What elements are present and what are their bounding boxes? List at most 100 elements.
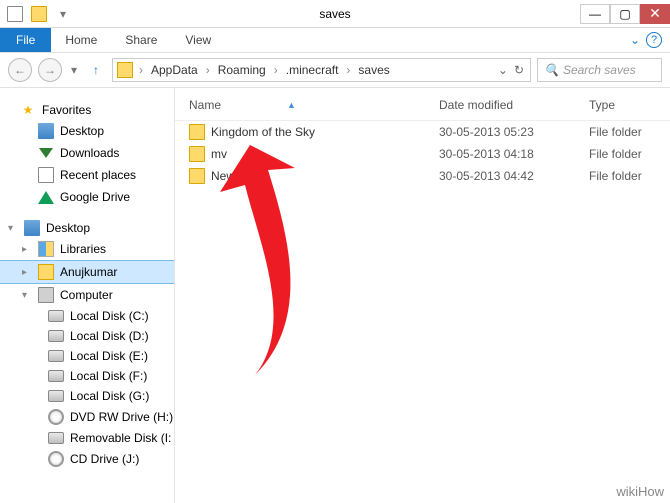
file-date: 30-05-2013 04:42: [439, 169, 589, 183]
sidebar-item-desktop[interactable]: Desktop: [0, 120, 174, 142]
chevron-right-icon[interactable]: ›: [204, 63, 212, 77]
drive-icon: [48, 390, 64, 402]
chevron-down-icon[interactable]: ▾: [8, 223, 18, 234]
drive-icon: [48, 350, 64, 362]
sidebar-item-downloads[interactable]: Downloads: [0, 142, 174, 164]
back-button[interactable]: ←: [8, 58, 32, 82]
desktop-icon: [24, 220, 40, 236]
qat-properties-icon[interactable]: [4, 3, 26, 25]
help-icon[interactable]: ?: [646, 32, 662, 48]
ribbon-expand-icon[interactable]: ⌄: [630, 33, 640, 47]
drive-icon: [48, 310, 64, 322]
sidebar-item-drive-e[interactable]: Local Disk (E:): [0, 346, 174, 366]
sidebar-desktop-header[interactable]: ▾ Desktop: [0, 218, 174, 238]
file-date: 30-05-2013 04:18: [439, 147, 589, 161]
chevron-down-icon[interactable]: ▾: [22, 290, 32, 301]
sidebar-item-user[interactable]: ▸Anujkumar: [0, 260, 174, 284]
column-label: Name: [189, 98, 221, 112]
ribbon-tab-view[interactable]: View: [171, 28, 225, 52]
column-header-type[interactable]: Type: [589, 98, 656, 112]
sidebar-item-computer[interactable]: ▾ Computer: [0, 284, 174, 306]
sidebar-item-gdrive[interactable]: Google Drive: [0, 186, 174, 208]
sidebar-favorites-header[interactable]: ★ Favorites: [0, 100, 174, 120]
ribbon-file-tab[interactable]: File: [0, 28, 51, 52]
breadcrumb[interactable]: saves: [354, 63, 393, 77]
sidebar-item-label: Computer: [60, 288, 113, 302]
chevron-right-icon[interactable]: ›: [137, 63, 145, 77]
chevron-right-icon[interactable]: ▸: [22, 267, 32, 278]
sidebar-item-dvd[interactable]: DVD RW Drive (H:): [0, 406, 174, 428]
minimize-button[interactable]: —: [580, 4, 610, 24]
qat-newfolder-icon[interactable]: [28, 3, 50, 25]
google-drive-icon: [38, 189, 54, 205]
breadcrumb[interactable]: Roaming: [214, 63, 270, 77]
column-header-name[interactable]: Name▲: [189, 98, 439, 112]
file-name: Kingdom of the Sky: [211, 125, 315, 139]
file-type: File folder: [589, 125, 656, 139]
chevron-right-icon[interactable]: ▸: [22, 244, 32, 255]
user-folder-icon: [38, 264, 54, 280]
sidebar-item-drive-c[interactable]: Local Disk (C:): [0, 306, 174, 326]
computer-icon: [38, 287, 54, 303]
search-placeholder: Search saves: [563, 63, 636, 77]
sidebar-item-label: Local Disk (D:): [70, 329, 149, 343]
address-dropdown-icon[interactable]: ⌄: [498, 63, 508, 77]
desktop-icon: [38, 123, 54, 139]
sidebar-item-libraries[interactable]: ▸ Libraries: [0, 238, 174, 260]
sidebar-item-drive-f[interactable]: Local Disk (F:): [0, 366, 174, 386]
chevron-right-icon[interactable]: ›: [344, 63, 352, 77]
cd-icon: [48, 451, 64, 467]
drive-icon: [48, 370, 64, 382]
ribbon-tab-home[interactable]: Home: [51, 28, 111, 52]
forward-button[interactable]: →: [38, 58, 62, 82]
window-controls: — ▢ ✕: [580, 4, 670, 24]
maximize-button[interactable]: ▢: [610, 4, 640, 24]
sidebar-item-label: CD Drive (J:): [70, 452, 139, 466]
sidebar-item-label: Desktop: [60, 124, 104, 138]
file-type: File folder: [589, 147, 656, 161]
title-bar: ▾ saves — ▢ ✕: [0, 0, 670, 28]
watermark: wikiHow: [616, 484, 664, 499]
sidebar-item-recent[interactable]: Recent places: [0, 164, 174, 186]
sidebar-item-label: Libraries: [60, 242, 106, 256]
refresh-icon[interactable]: ↻: [514, 63, 524, 77]
dvd-icon: [48, 409, 64, 425]
sidebar-item-removable[interactable]: Removable Disk (I:: [0, 428, 174, 448]
sidebar-item-label: Google Drive: [60, 190, 130, 204]
file-type: File folder: [589, 169, 656, 183]
sidebar-item-label: DVD RW Drive (H:): [70, 410, 173, 424]
file-row[interactable]: Kingdom of the Sky 30-05-2013 05:23 File…: [175, 121, 670, 143]
sidebar-item-cd[interactable]: CD Drive (J:): [0, 448, 174, 470]
breadcrumb[interactable]: .minecraft: [282, 63, 343, 77]
drive-icon: [48, 330, 64, 342]
column-header-date[interactable]: Date modified: [439, 98, 589, 112]
explorer-body: ★ Favorites Desktop Downloads Recent pla…: [0, 88, 670, 503]
close-button[interactable]: ✕: [640, 4, 670, 24]
search-icon: 🔍: [544, 63, 559, 77]
file-row[interactable]: New World 30-05-2013 04:42 File folder: [175, 165, 670, 187]
up-button[interactable]: ↑: [86, 60, 106, 80]
file-name: mv: [211, 147, 227, 161]
address-bar[interactable]: › AppData › Roaming › .minecraft › saves…: [112, 58, 531, 82]
history-dropdown-icon[interactable]: ▾: [68, 63, 80, 77]
star-icon: ★: [20, 102, 36, 118]
libraries-icon: [38, 241, 54, 257]
sidebar-item-drive-d[interactable]: Local Disk (D:): [0, 326, 174, 346]
column-headers: Name▲ Date modified Type: [175, 98, 670, 121]
file-row[interactable]: mv 30-05-2013 04:18 File folder: [175, 143, 670, 165]
sidebar-item-label: Downloads: [60, 146, 119, 160]
drive-icon: [48, 432, 64, 444]
folder-icon: [189, 146, 205, 162]
search-input[interactable]: 🔍 Search saves: [537, 58, 662, 82]
quick-access-toolbar: ▾: [0, 3, 74, 25]
qat-dropdown-icon[interactable]: ▾: [52, 3, 74, 25]
sidebar-item-drive-g[interactable]: Local Disk (G:): [0, 386, 174, 406]
window-title: saves: [319, 7, 350, 21]
sidebar-item-label: Local Disk (G:): [70, 389, 149, 403]
ribbon-tab-share[interactable]: Share: [111, 28, 171, 52]
file-list: Name▲ Date modified Type Kingdom of the …: [175, 88, 670, 503]
chevron-right-icon[interactable]: ›: [272, 63, 280, 77]
ribbon: File Home Share View ⌄ ?: [0, 28, 670, 53]
file-date: 30-05-2013 05:23: [439, 125, 589, 139]
breadcrumb[interactable]: AppData: [147, 63, 202, 77]
